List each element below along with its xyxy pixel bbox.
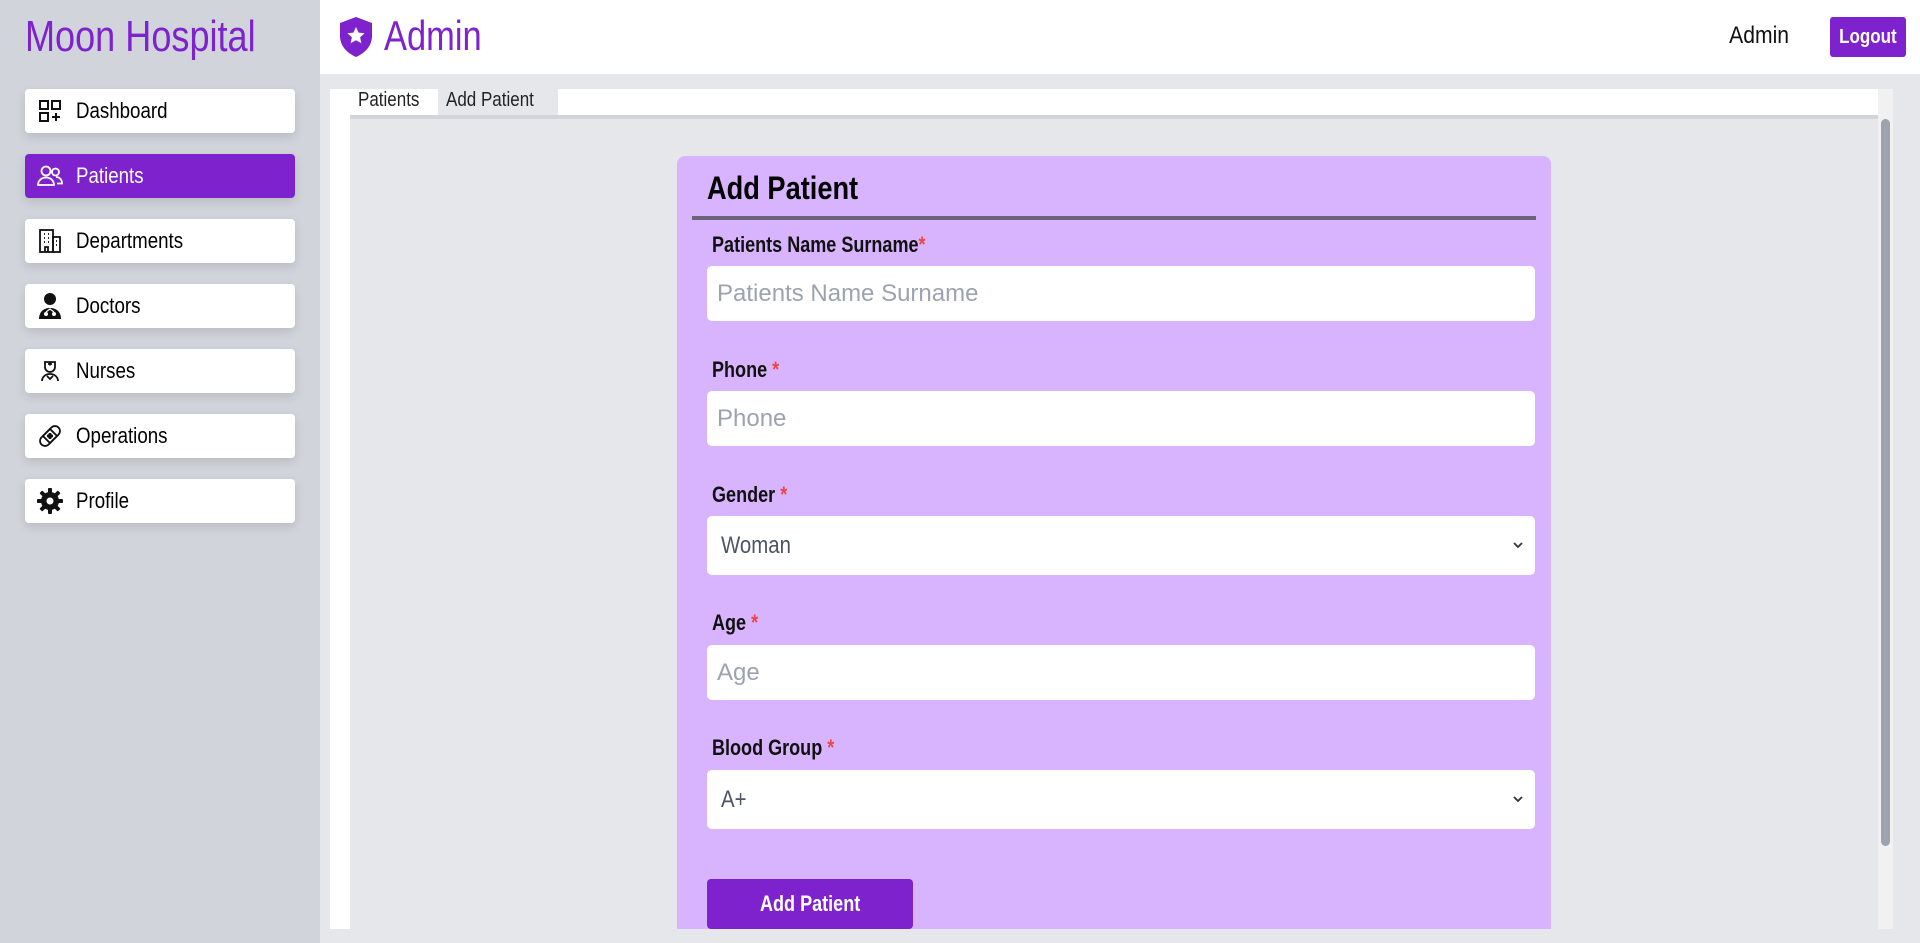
patients-icon	[35, 161, 65, 191]
required-mark: *	[751, 610, 759, 635]
required-mark: *	[918, 232, 926, 257]
form-title: Add Patient	[707, 170, 859, 206]
name-label-text: Patients Name Surname	[712, 232, 919, 257]
phone-label-text: Phone	[712, 357, 768, 382]
tab-add-patient[interactable]: Add Patient	[438, 89, 558, 115]
sidebar-item-label: Profile	[76, 488, 130, 513]
sidebar-item-dashboard[interactable]: Dashboard	[25, 89, 295, 133]
tab-bar: Patients Add Patient	[350, 89, 558, 115]
logout-label: Logout	[1839, 25, 1897, 48]
tab-label: Add Patient	[446, 89, 535, 111]
add-patient-button[interactable]: Add Patient	[707, 879, 913, 929]
phone-input[interactable]	[707, 391, 1535, 446]
name-label: Patients Name Surname*	[712, 232, 926, 258]
top-bar: Admin Admin Logout	[320, 0, 1920, 74]
logout-button[interactable]: Logout	[1830, 17, 1906, 57]
scrollbar[interactable]	[1878, 89, 1893, 929]
sidebar-item-nurses[interactable]: Nurses	[25, 349, 295, 393]
required-mark: *	[780, 482, 788, 507]
content-area: Patients Add Patient Add Patient Patient…	[330, 89, 1893, 929]
sidebar-item-doctors[interactable]: Doctors	[25, 284, 295, 328]
submit-label: Add Patient	[759, 891, 861, 916]
add-patient-form: Add Patient Patients Name Surname* Phone…	[677, 156, 1551, 929]
sidebar-item-label: Patients	[76, 163, 144, 188]
blood-group-label-text: Blood Group	[712, 735, 823, 760]
user-name: Admin	[1729, 22, 1789, 49]
bandage-icon	[35, 421, 65, 451]
scrollbar-thumb[interactable]	[1881, 119, 1890, 846]
chevron-down-icon	[1511, 538, 1525, 552]
age-label: Age *	[712, 610, 758, 636]
sidebar-nav: Dashboard Patients Departments Doctors N…	[25, 89, 295, 544]
shield-star-icon	[338, 16, 374, 58]
tab-patients[interactable]: Patients	[350, 89, 438, 115]
phone-label: Phone *	[712, 357, 779, 383]
gender-value: Woman	[721, 531, 791, 559]
tab-panel: Add Patient Patients Name Surname* Phone…	[350, 119, 1878, 929]
page-title: Admin	[384, 12, 482, 59]
brand-title: Moon Hospital	[25, 12, 256, 61]
sidebar-item-profile[interactable]: Profile	[25, 479, 295, 523]
gender-select[interactable]: Woman	[707, 516, 1535, 575]
sidebar-item-label: Operations	[76, 423, 168, 448]
gender-label-text: Gender	[712, 482, 776, 507]
title-divider	[692, 216, 1536, 220]
blood-group-label: Blood Group *	[712, 735, 834, 761]
sidebar-item-label: Nurses	[76, 358, 136, 383]
age-input[interactable]	[707, 645, 1535, 700]
sidebar-item-label: Departments	[76, 228, 184, 253]
building-icon	[35, 226, 65, 256]
tab-label: Patients	[358, 89, 420, 111]
chevron-down-icon	[1511, 792, 1525, 806]
sidebar-item-patients[interactable]: Patients	[25, 154, 295, 198]
blood-group-value: A+	[721, 785, 747, 813]
sidebar-item-operations[interactable]: Operations	[25, 414, 295, 458]
sidebar: Moon Hospital Dashboard Patients Departm…	[0, 0, 320, 943]
dashboard-icon	[35, 96, 65, 126]
age-label-text: Age	[712, 610, 747, 635]
sidebar-item-departments[interactable]: Departments	[25, 219, 295, 263]
gear-icon	[35, 486, 65, 516]
blood-group-select[interactable]: A+	[707, 770, 1535, 829]
required-mark: *	[827, 735, 835, 760]
sidebar-item-label: Doctors	[76, 293, 141, 318]
doctor-icon	[35, 291, 65, 321]
sidebar-item-label: Dashboard	[76, 98, 168, 123]
nurse-icon	[35, 356, 65, 386]
required-mark: *	[772, 357, 780, 382]
gender-label: Gender *	[712, 482, 787, 508]
patient-name-input[interactable]	[707, 266, 1535, 321]
